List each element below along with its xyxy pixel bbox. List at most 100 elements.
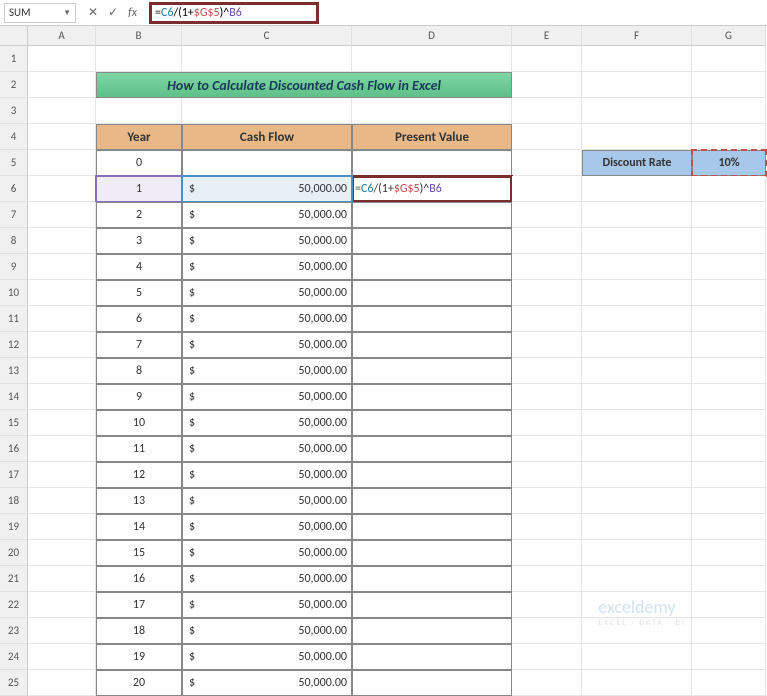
- cell-E11[interactable]: [512, 306, 582, 332]
- cell-A16[interactable]: [28, 436, 96, 462]
- header-cash-flow[interactable]: Cash Flow: [182, 124, 352, 150]
- select-all-corner[interactable]: [0, 26, 28, 46]
- cell-E4[interactable]: [512, 124, 582, 150]
- cell-present-value[interactable]: [352, 358, 512, 384]
- column-header-A[interactable]: A: [28, 26, 96, 46]
- cell-year[interactable]: 10: [96, 410, 182, 436]
- cell-cash-flow[interactable]: $50,000.00: [182, 254, 352, 280]
- cell-A20[interactable]: [28, 540, 96, 566]
- cell-A10[interactable]: [28, 280, 96, 306]
- cell-E6[interactable]: [512, 176, 582, 202]
- cell-E25[interactable]: [512, 670, 582, 696]
- cell-year[interactable]: 13: [96, 488, 182, 514]
- cell-A12[interactable]: [28, 332, 96, 358]
- cell-E20[interactable]: [512, 540, 582, 566]
- cell-year[interactable]: 7: [96, 332, 182, 358]
- cell-E22[interactable]: [512, 592, 582, 618]
- cell-E9[interactable]: [512, 254, 582, 280]
- cell-E14[interactable]: [512, 384, 582, 410]
- column-header-F[interactable]: F: [582, 26, 692, 46]
- cell-E17[interactable]: [512, 462, 582, 488]
- cell-F14[interactable]: [582, 384, 692, 410]
- cell-A25[interactable]: [28, 670, 96, 696]
- cell-E8[interactable]: [512, 228, 582, 254]
- cell-A23[interactable]: [28, 618, 96, 644]
- cell-present-value[interactable]: [352, 332, 512, 358]
- cell-present-value[interactable]: [352, 436, 512, 462]
- cell-A8[interactable]: [28, 228, 96, 254]
- cell-G7[interactable]: [692, 202, 766, 228]
- row-header-5[interactable]: 5: [0, 150, 28, 176]
- cell-G20[interactable]: [692, 540, 766, 566]
- cell-cash-flow[interactable]: $50,000.00: [182, 306, 352, 332]
- cell-E24[interactable]: [512, 644, 582, 670]
- cell-F4[interactable]: [582, 124, 692, 150]
- cell-E19[interactable]: [512, 514, 582, 540]
- cell-year[interactable]: 2: [96, 202, 182, 228]
- cell-A7[interactable]: [28, 202, 96, 228]
- cell-A24[interactable]: [28, 644, 96, 670]
- cell-G24[interactable]: [692, 644, 766, 670]
- cell-E5[interactable]: [512, 150, 582, 176]
- cell-E15[interactable]: [512, 410, 582, 436]
- cell-G25[interactable]: [692, 670, 766, 696]
- header-present-value[interactable]: Present Value: [352, 124, 512, 150]
- cell-F17[interactable]: [582, 462, 692, 488]
- row-header-18[interactable]: 18: [0, 488, 28, 514]
- cell-cash-flow[interactable]: $50,000.00: [182, 670, 352, 696]
- cell[interactable]: [692, 72, 766, 98]
- row-header-16[interactable]: 16: [0, 436, 28, 462]
- cell-cash-flow[interactable]: $50,000.00: [182, 228, 352, 254]
- cell-F9[interactable]: [582, 254, 692, 280]
- cell-G19[interactable]: [692, 514, 766, 540]
- row-header-8[interactable]: 8: [0, 228, 28, 254]
- formula-input[interactable]: =C6/(1+$G$5)^B6: [149, 2, 319, 24]
- cell-F22[interactable]: [582, 592, 692, 618]
- column-header-D[interactable]: D: [352, 26, 512, 46]
- cell-cash-flow[interactable]: $50,000.00: [182, 436, 352, 462]
- cell-A2[interactable]: [28, 72, 96, 98]
- column-header-B[interactable]: B: [96, 26, 182, 46]
- cell-present-value[interactable]: [352, 228, 512, 254]
- cell-G14[interactable]: [692, 384, 766, 410]
- cell-F18[interactable]: [582, 488, 692, 514]
- cell-A6[interactable]: [28, 176, 96, 202]
- row-header-7[interactable]: 7: [0, 202, 28, 228]
- fx-icon[interactable]: fx: [128, 6, 137, 20]
- cell-A3[interactable]: [28, 98, 96, 124]
- cell-G1[interactable]: [692, 46, 766, 72]
- cell-cash-flow[interactable]: [182, 150, 352, 176]
- cell-D3[interactable]: [352, 98, 512, 124]
- header-year[interactable]: Year: [96, 124, 182, 150]
- cell-A1[interactable]: [28, 46, 96, 72]
- cell-F19[interactable]: [582, 514, 692, 540]
- cell-year[interactable]: 19: [96, 644, 182, 670]
- row-header-13[interactable]: 13: [0, 358, 28, 384]
- cell-A13[interactable]: [28, 358, 96, 384]
- row-header-24[interactable]: 24: [0, 644, 28, 670]
- column-header-C[interactable]: C: [182, 26, 352, 46]
- row-header-17[interactable]: 17: [0, 462, 28, 488]
- cell-G4[interactable]: [692, 124, 766, 150]
- cell-year[interactable]: 9: [96, 384, 182, 410]
- cell-cash-flow[interactable]: $50,000.00: [182, 462, 352, 488]
- cell-F23[interactable]: [582, 618, 692, 644]
- row-header-1[interactable]: 1: [0, 46, 28, 72]
- cell-D1[interactable]: [352, 46, 512, 72]
- cell-present-value[interactable]: [352, 202, 512, 228]
- cell-E16[interactable]: [512, 436, 582, 462]
- cell-B1[interactable]: [96, 46, 182, 72]
- cell-cash-flow[interactable]: $50,000.00: [182, 410, 352, 436]
- column-header-G[interactable]: G: [692, 26, 766, 46]
- cell-F6[interactable]: [582, 176, 692, 202]
- row-header-21[interactable]: 21: [0, 566, 28, 592]
- cell-F8[interactable]: [582, 228, 692, 254]
- cell-G13[interactable]: [692, 358, 766, 384]
- cell-present-value[interactable]: [352, 254, 512, 280]
- cell-G16[interactable]: [692, 436, 766, 462]
- cell-E18[interactable]: [512, 488, 582, 514]
- cell-G21[interactable]: [692, 566, 766, 592]
- cell-present-value[interactable]: [352, 592, 512, 618]
- cell-year[interactable]: 1: [96, 176, 182, 202]
- cell-year[interactable]: 16: [96, 566, 182, 592]
